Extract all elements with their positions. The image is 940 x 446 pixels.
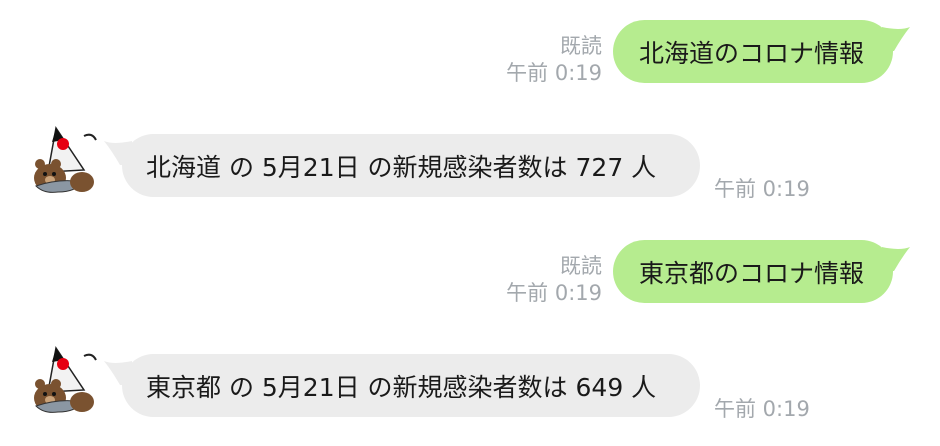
message-bubble[interactable]: 北海道のコロナ情報 bbox=[613, 20, 893, 83]
bot-avatar-icon[interactable] bbox=[26, 122, 104, 200]
message-text: 北海道 の 5月21日 の新規感染者数は 727 人 bbox=[146, 152, 657, 182]
bot-avatar-icon[interactable] bbox=[26, 342, 104, 420]
message-timestamp: 午前 0:19 bbox=[506, 281, 602, 305]
message-timestamp: 午前 0:19 bbox=[714, 397, 810, 421]
read-receipt: 既読 bbox=[560, 34, 602, 58]
message-text: 北海道のコロナ情報 bbox=[639, 38, 865, 68]
message-bubble[interactable]: 東京都 の 5月21日 の新規感染者数は 649 人 bbox=[122, 354, 700, 417]
bubble-tail bbox=[882, 27, 910, 51]
message-text: 東京都 の 5月21日 の新規感染者数は 649 人 bbox=[146, 372, 657, 402]
message-timestamp: 午前 0:19 bbox=[506, 61, 602, 85]
bubble-tail bbox=[104, 361, 132, 385]
bubble-tail bbox=[882, 247, 910, 271]
bubble-tail bbox=[104, 141, 132, 165]
message-meta: 既読 午前 0:19 bbox=[480, 33, 602, 86]
read-receipt: 既読 bbox=[560, 254, 602, 278]
message-bubble[interactable]: 東京都のコロナ情報 bbox=[613, 240, 893, 303]
message-text: 東京都のコロナ情報 bbox=[639, 258, 865, 288]
message-meta: 既読 午前 0:19 bbox=[480, 253, 602, 306]
message-bubble[interactable]: 北海道 の 5月21日 の新規感染者数は 727 人 bbox=[122, 134, 700, 197]
message-timestamp: 午前 0:19 bbox=[714, 177, 810, 201]
